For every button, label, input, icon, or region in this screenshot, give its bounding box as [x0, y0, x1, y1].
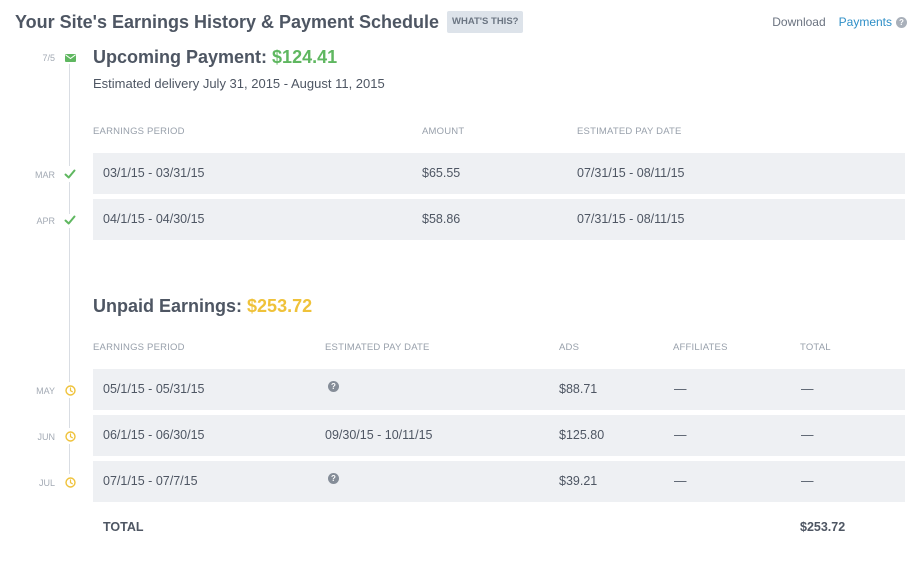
total-value: $253.72: [800, 520, 846, 534]
unpaid-earnings-amount: $253.72: [247, 296, 313, 316]
timeline-month-label: MAY: [36, 386, 55, 396]
timeline-month-label: JUL: [38, 478, 55, 488]
help-icon[interactable]: ?: [328, 381, 339, 392]
ads-cell: $88.71: [559, 382, 598, 396]
amount-cell: $58.86: [422, 212, 461, 226]
timeline-line: [69, 228, 70, 382]
pay-date-cell: 09/30/15 - 10/11/15: [325, 428, 433, 442]
download-link[interactable]: Download: [772, 15, 825, 29]
page-title: Your Site's Earnings History & Payment S…: [15, 12, 440, 32]
total-cell: —: [801, 382, 814, 396]
clock-icon: [64, 430, 76, 442]
table-row: 05/1/15 - 05/31/15 ? $88.71 — —: [93, 369, 905, 410]
timeline-month-label: APR: [36, 216, 55, 226]
timeline-date-label: 7/5: [42, 53, 55, 63]
table-row: 07/1/15 - 07/7/15 ? $39.21 — —: [93, 461, 905, 502]
column-header-estimated-pay-date: ESTIMATED PAY DATE: [325, 342, 430, 353]
timeline-month-label: JUN: [37, 432, 56, 442]
ads-cell: $125.80: [559, 428, 605, 442]
total-cell: —: [801, 428, 814, 442]
timeline-line: [69, 444, 70, 474]
upcoming-payment-label: Upcoming Payment:: [93, 47, 268, 67]
payments-link[interactable]: Payments: [839, 15, 892, 29]
whats-this-button[interactable]: WHAT'S THIS?: [447, 11, 524, 33]
timeline-line: [69, 182, 70, 214]
ads-cell: $39.21: [559, 474, 598, 488]
pay-date-cell: 07/31/15 - 08/11/15: [577, 212, 685, 226]
affiliates-cell: —: [674, 382, 687, 396]
help-icon[interactable]: ?: [896, 16, 907, 28]
timeline-month-label: MAR: [35, 170, 55, 180]
earnings-period-cell: 07/1/15 - 07/7/15: [103, 474, 198, 488]
table-row: 04/1/15 - 04/30/15 $58.86 07/31/15 - 08/…: [93, 199, 905, 240]
column-header-earnings-period: EARNINGS PERIOD: [93, 126, 185, 137]
unpaid-earnings-label: Unpaid Earnings:: [93, 296, 243, 316]
check-icon: [64, 214, 76, 226]
check-icon: [64, 168, 76, 180]
earnings-period-cell: 04/1/15 - 04/30/15: [103, 212, 205, 226]
affiliates-cell: —: [674, 428, 687, 442]
total-cell: —: [801, 474, 814, 488]
column-header-affiliates: AFFILIATES: [673, 342, 728, 353]
earnings-period-cell: 06/1/15 - 06/30/15: [103, 428, 205, 442]
column-header-earnings-period: EARNINGS PERIOD: [93, 342, 185, 353]
upcoming-payment-heading: Upcoming Payment: $124.41: [93, 47, 337, 68]
mail-icon: [64, 52, 76, 64]
table-row: 03/1/15 - 03/31/15 $65.55 07/31/15 - 08/…: [93, 153, 905, 194]
timeline-line: [69, 398, 70, 428]
amount-cell: $65.55: [422, 166, 461, 180]
timeline-line: [69, 64, 70, 166]
clock-icon: [64, 476, 76, 488]
total-label: TOTAL: [103, 520, 144, 534]
earnings-period-cell: 03/1/15 - 03/31/15: [103, 166, 205, 180]
affiliates-cell: —: [674, 474, 687, 488]
column-header-amount: AMOUNT: [422, 126, 465, 137]
column-header-estimated-pay-date: ESTIMATED PAY DATE: [577, 126, 682, 137]
header-links: Download Payments ?: [772, 15, 907, 29]
help-icon[interactable]: ?: [328, 473, 339, 484]
clock-icon: [64, 384, 76, 396]
column-header-ads: ADS: [559, 342, 580, 353]
unpaid-earnings-heading: Unpaid Earnings: $253.72: [93, 296, 312, 317]
table-row: 06/1/15 - 06/30/15 09/30/15 - 10/11/15 $…: [93, 415, 905, 456]
estimated-delivery: Estimated delivery July 31, 2015 - Augus…: [93, 76, 385, 91]
earnings-period-cell: 05/1/15 - 05/31/15: [103, 382, 205, 396]
pay-date-cell: 07/31/15 - 08/11/15: [577, 166, 685, 180]
upcoming-payment-amount: $124.41: [272, 47, 338, 67]
column-header-total: TOTAL: [800, 342, 831, 353]
